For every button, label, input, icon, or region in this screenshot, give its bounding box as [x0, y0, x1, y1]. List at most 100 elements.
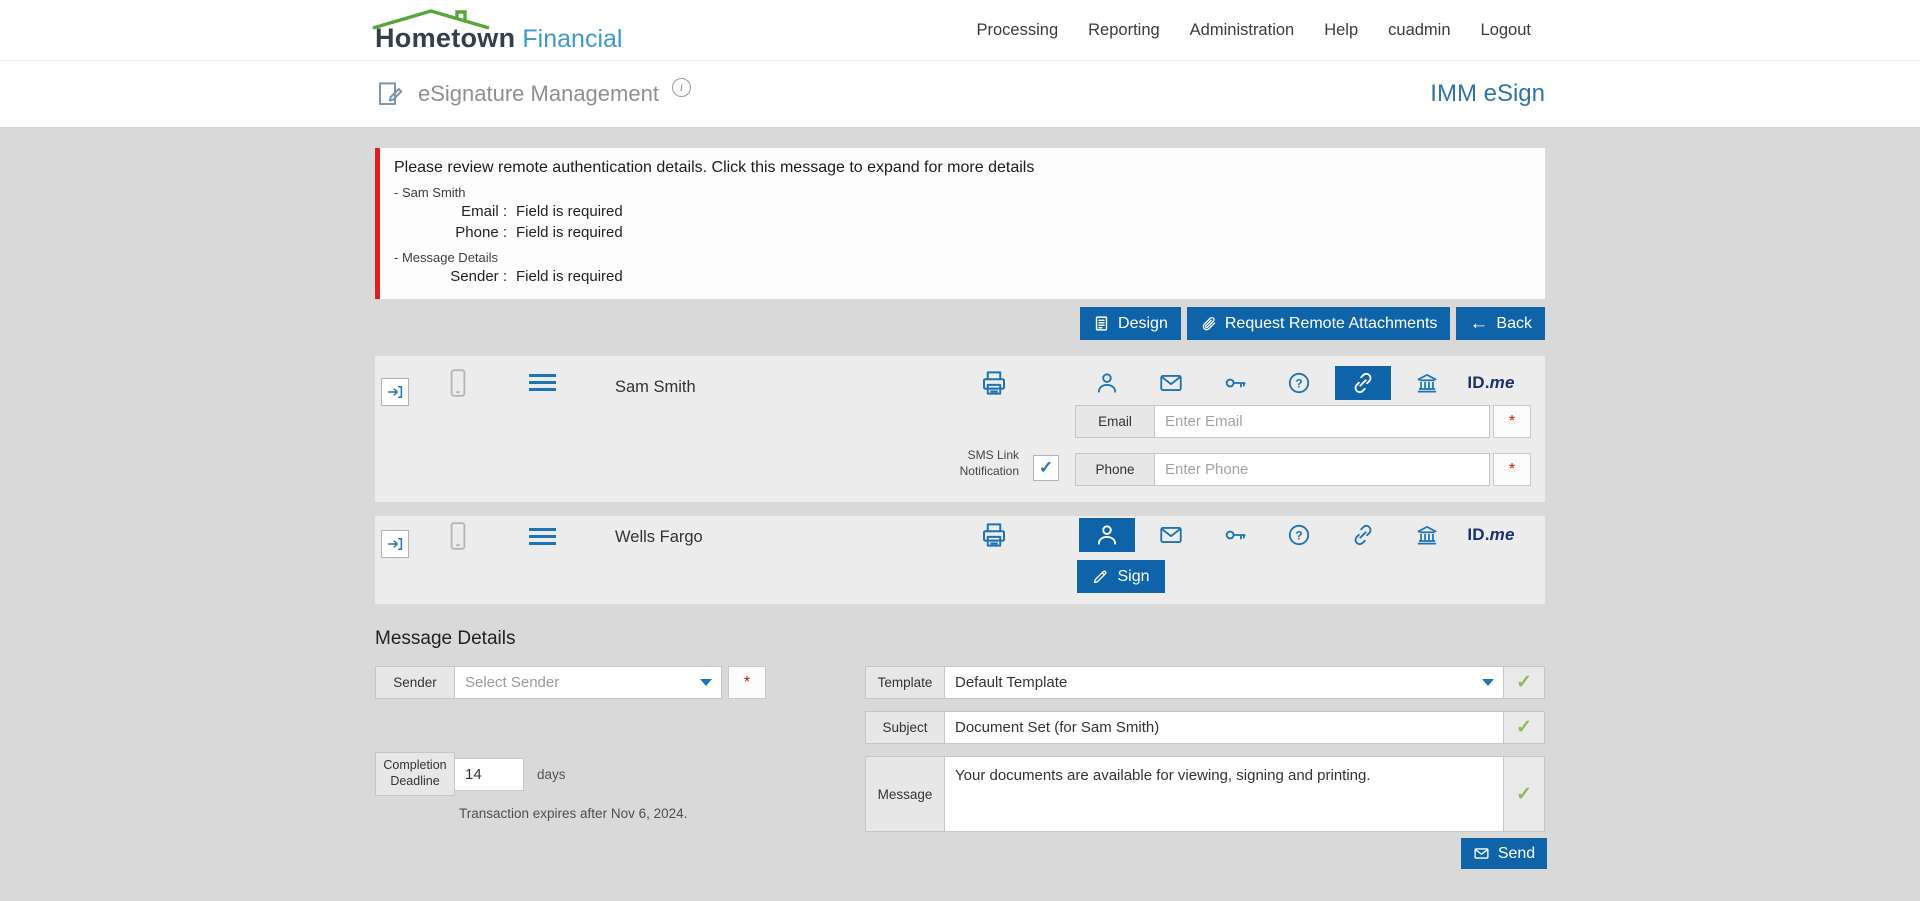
nav-item-administration[interactable]: Administration — [1190, 21, 1295, 40]
validation-alert[interactable]: Please review remote authentication deta… — [375, 148, 1545, 299]
nav-item-processing[interactable]: Processing — [977, 21, 1059, 40]
sender-field-row: Sender Select Sender * — [375, 666, 766, 699]
main-content: Please review remote authentication deta… — [0, 128, 1920, 878]
esignature-page-icon — [375, 79, 405, 109]
security-question-icon[interactable]: ? — [1267, 364, 1331, 402]
design-button[interactable]: Design — [1080, 307, 1181, 340]
expiry-note: Transaction expires after Nov 6, 2024. — [459, 806, 687, 821]
days-label: days — [537, 767, 566, 782]
notary-icon[interactable] — [1395, 364, 1459, 402]
auth-method-row: ? ID.me — [1075, 364, 1523, 402]
template-valid-check-icon: ✓ — [1503, 666, 1545, 699]
template-label: Template — [865, 666, 945, 699]
in-person-icon[interactable] — [1075, 364, 1139, 402]
recipient-card-wells-fargo: Wells Fargo — [375, 516, 1545, 604]
nav-item-logout[interactable]: Logout — [1481, 21, 1531, 40]
message-details-form: Sender Select Sender * Completion Deadli… — [375, 666, 1545, 878]
alert-field-label: Phone : — [436, 222, 507, 243]
info-icon[interactable]: i — [672, 78, 691, 97]
nav-item-reporting[interactable]: Reporting — [1088, 21, 1160, 40]
device-icon — [447, 521, 469, 551]
completion-deadline-input[interactable] — [454, 758, 524, 791]
message-textarea[interactable]: Your documents are available for viewing… — [944, 756, 1504, 832]
in-person-icon[interactable] — [1075, 516, 1139, 554]
sender-label: Sender — [375, 666, 455, 699]
back-button[interactable]: ← Back — [1456, 307, 1545, 340]
brand-suffix: Financial — [522, 25, 622, 54]
print-icon[interactable] — [979, 368, 1009, 398]
alert-field-email: Email : Field is required — [394, 201, 1527, 222]
print-icon[interactable] — [979, 520, 1009, 550]
alert-field-sender: Sender : Field is required — [394, 266, 1527, 287]
sign-button[interactable]: Sign — [1077, 560, 1165, 593]
nav-item-user[interactable]: cuadmin — [1388, 21, 1450, 40]
design-icon — [1093, 315, 1110, 332]
subject-field-row: Subject ✓ — [865, 711, 1545, 744]
brand-roof-icon — [371, 8, 499, 30]
alert-field-message: Field is required — [516, 201, 623, 222]
sender-required-marker: * — [728, 666, 766, 699]
back-arrow-icon: ← — [1469, 314, 1488, 333]
message-details-heading: Message Details — [375, 628, 1545, 650]
sms-checkbox[interactable]: ✓ — [1033, 455, 1059, 481]
page-header: eSignature Management i IMM eSign — [0, 61, 1920, 128]
message-valid-check-icon: ✓ — [1503, 756, 1545, 832]
top-navbar: Hometown Financial Processing Reporting … — [0, 0, 1920, 61]
alert-field-message: Field is required — [516, 266, 623, 287]
dropdown-caret-icon — [700, 679, 712, 686]
phone-input[interactable] — [1154, 453, 1490, 486]
email-auth-icon[interactable] — [1139, 364, 1203, 402]
email-auth-icon[interactable] — [1139, 516, 1203, 554]
recipient-card-sam-smith: Sam Smith — [375, 356, 1545, 502]
dropdown-caret-icon — [1482, 679, 1494, 686]
sms-link-notification-label: SMS Link Notification — [911, 448, 1019, 479]
alert-field-message: Field is required — [516, 222, 623, 243]
phone-required-marker: * — [1493, 453, 1531, 486]
login-auth-icon[interactable] — [1203, 516, 1267, 554]
subject-input[interactable] — [944, 711, 1504, 744]
signing-order-icon[interactable] — [381, 530, 409, 558]
pen-icon — [1092, 568, 1109, 585]
alert-group-sam-smith: - Sam Smith — [394, 184, 1527, 201]
send-button[interactable]: Send — [1461, 838, 1547, 869]
brand-logo[interactable]: Hometown Financial — [375, 7, 622, 54]
nav-item-help[interactable]: Help — [1324, 21, 1358, 40]
sender-select[interactable]: Select Sender — [454, 666, 722, 699]
remote-link-icon[interactable] — [1331, 364, 1395, 402]
phone-field-row: Phone * — [1075, 453, 1531, 486]
alert-field-label: Sender : — [436, 266, 507, 287]
message-field-row: Message Your documents are available for… — [865, 756, 1545, 832]
drag-handle-icon[interactable] — [529, 374, 556, 391]
template-select[interactable]: Default Template — [944, 666, 1504, 699]
phone-label: Phone — [1075, 453, 1155, 486]
completion-deadline-row: Completion Deadline days — [375, 752, 566, 796]
remote-link-icon[interactable] — [1331, 516, 1395, 554]
signing-order-icon[interactable] — [381, 378, 409, 406]
alert-field-label: Email : — [436, 201, 507, 222]
nav-menu: Processing Reporting Administration Help… — [977, 21, 1532, 40]
security-question-icon[interactable]: ? — [1267, 516, 1331, 554]
drag-handle-icon[interactable] — [529, 528, 556, 545]
notary-icon[interactable] — [1395, 516, 1459, 554]
checkbox-check-icon: ✓ — [1039, 458, 1053, 478]
alert-group-message-details: - Message Details — [394, 249, 1527, 266]
idme-icon[interactable]: ID.me — [1459, 516, 1523, 554]
login-auth-icon[interactable] — [1203, 364, 1267, 402]
product-name: IMM eSign — [1430, 80, 1545, 108]
device-icon — [447, 368, 469, 398]
subject-label: Subject — [865, 711, 945, 744]
sender-select-value: Select Sender — [465, 674, 559, 691]
svg-text:?: ? — [1295, 377, 1302, 391]
toolbar: Design Request Remote Attachments ← Back — [375, 307, 1545, 340]
alert-summary: Please review remote authentication deta… — [394, 158, 1527, 178]
idme-icon[interactable]: ID.me — [1459, 364, 1523, 402]
email-required-marker: * — [1493, 405, 1531, 438]
send-envelope-icon — [1473, 845, 1490, 862]
template-select-value: Default Template — [955, 674, 1067, 691]
email-input[interactable] — [1154, 405, 1490, 438]
request-remote-attachments-button[interactable]: Request Remote Attachments — [1187, 307, 1451, 340]
paperclip-icon — [1200, 315, 1217, 332]
recipient-name: Wells Fargo — [615, 528, 703, 547]
page-title: eSignature Management — [418, 81, 659, 107]
svg-text:?: ? — [1295, 529, 1302, 543]
